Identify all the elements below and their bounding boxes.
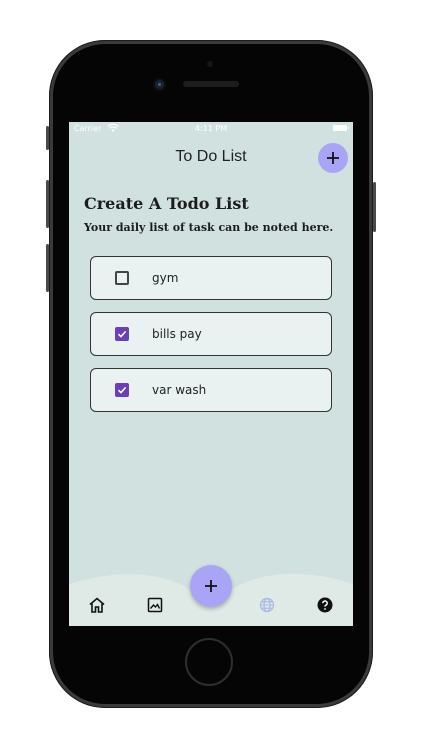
battery-icon (333, 125, 349, 131)
volume-down-button (46, 244, 49, 292)
todo-item[interactable]: bills pay (90, 312, 332, 356)
status-bar: Carrier 4:11 PM (69, 122, 353, 136)
globe-icon (259, 597, 275, 613)
page-subheading: Your daily list of task can be noted her… (84, 221, 334, 234)
todo-item[interactable]: var wash (90, 368, 332, 412)
volume-up-button (46, 180, 49, 228)
app-screen: Carrier 4:11 PM To Do List Create A Todo… (69, 122, 353, 626)
home-button[interactable] (185, 638, 233, 686)
nav-gallery[interactable] (146, 596, 164, 614)
todo-label: bills pay (152, 327, 202, 341)
proximity-sensor (207, 61, 213, 67)
todo-label: var wash (152, 383, 207, 397)
power-button (373, 182, 376, 232)
nav-explore[interactable] (258, 596, 276, 614)
app-title: To Do List (175, 148, 247, 165)
checkmark-icon (117, 386, 127, 394)
nav-help[interactable] (316, 596, 334, 614)
front-camera (155, 80, 164, 89)
nav-home[interactable] (88, 596, 106, 614)
todo-checkbox[interactable] (115, 327, 129, 341)
todo-checkbox[interactable] (115, 271, 129, 285)
plus-icon (205, 580, 217, 592)
plus-icon (327, 152, 339, 164)
help-icon (317, 597, 333, 613)
page-heading: Create A Todo List (84, 194, 249, 213)
home-icon (89, 597, 105, 613)
add-task-button[interactable] (318, 143, 348, 173)
todo-checkbox[interactable] (115, 383, 129, 397)
mute-switch (46, 126, 49, 150)
image-icon (147, 597, 163, 613)
todo-label: gym (152, 271, 179, 285)
earpiece-speaker (183, 81, 239, 87)
status-time: 4:11 PM (194, 124, 228, 133)
add-task-fab[interactable] (190, 565, 232, 607)
checkmark-icon (117, 330, 127, 338)
todo-item[interactable]: gym (90, 256, 332, 300)
